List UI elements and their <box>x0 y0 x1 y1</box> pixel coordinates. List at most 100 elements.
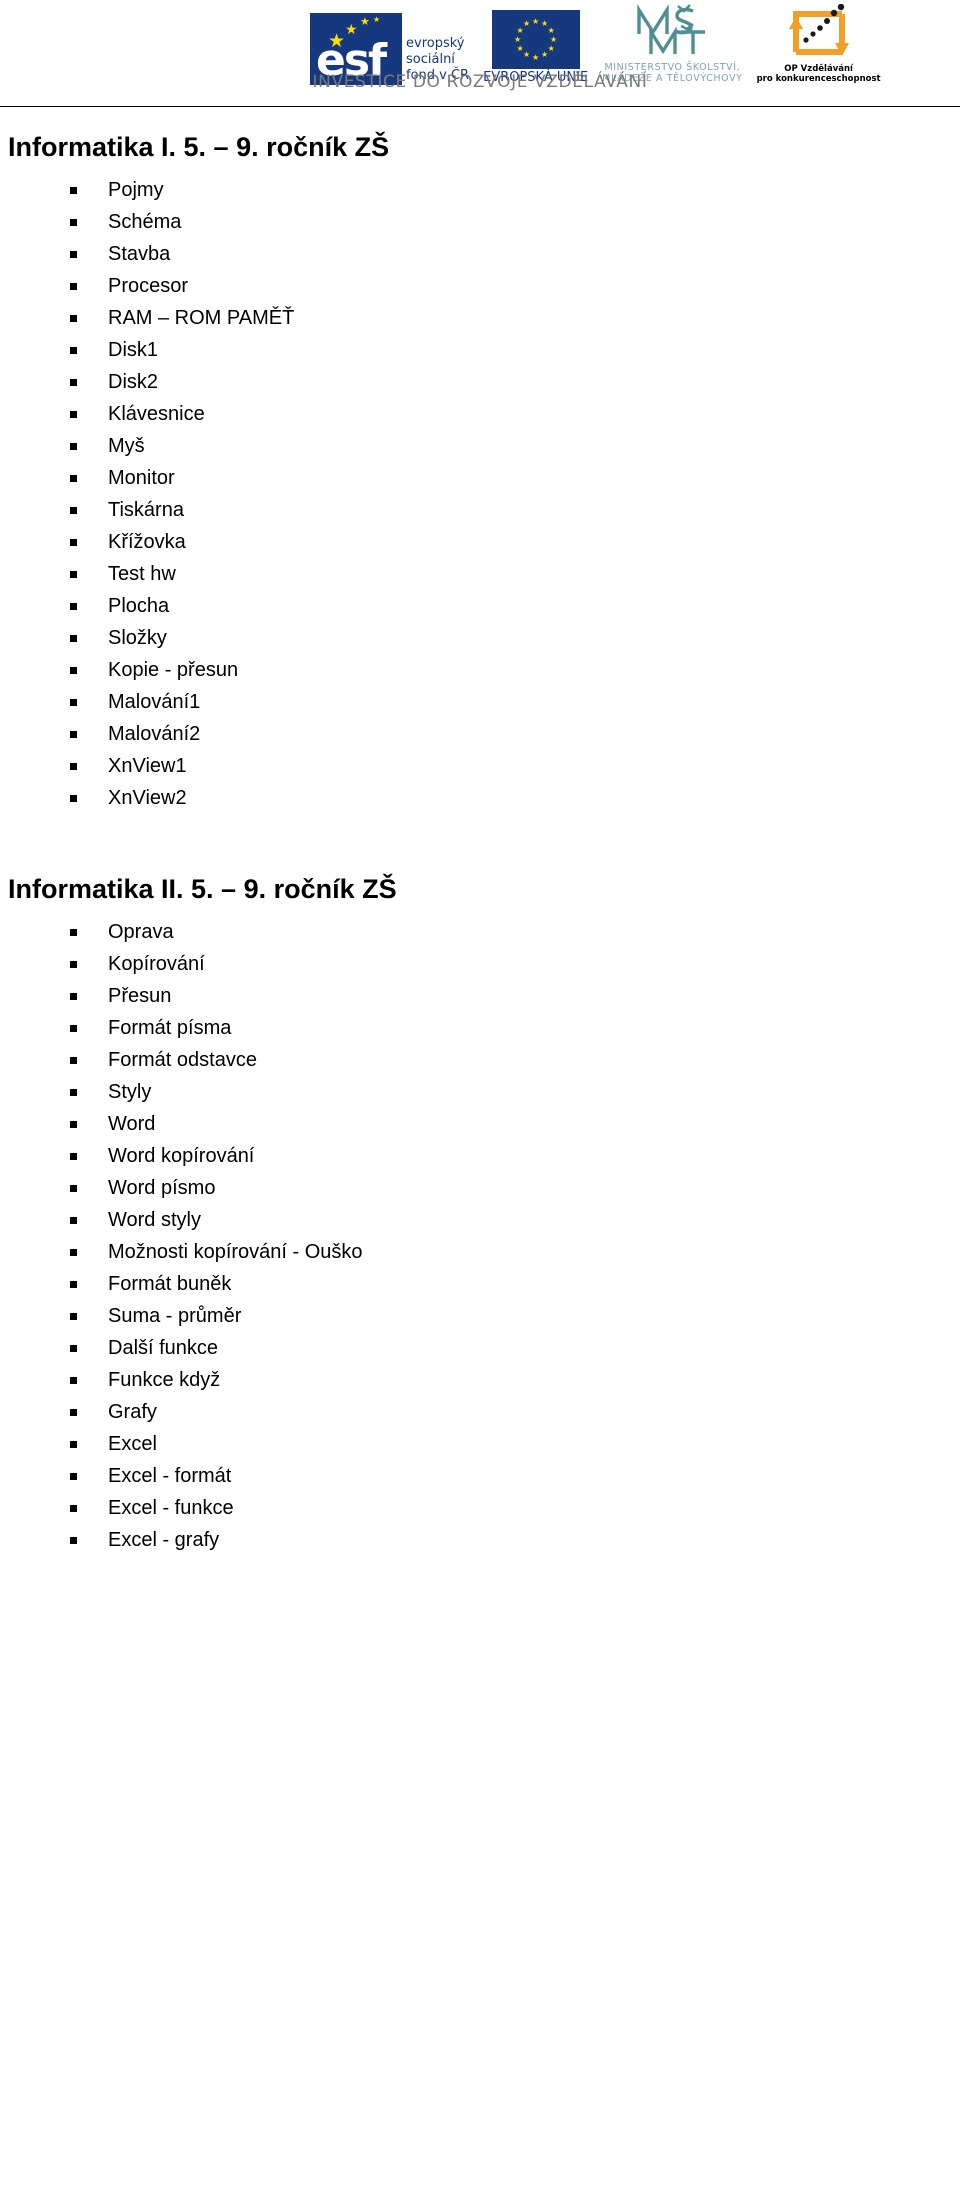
bullet-square-icon <box>70 443 77 450</box>
list-item[interactable]: Možnosti kopírování - Ouško <box>8 1236 946 1268</box>
eu-funding-header: ★ ★ ★ ★ esf evropský sociální fond v ČR … <box>0 0 960 108</box>
list-item-label: Excel - formát <box>108 1465 232 1487</box>
list-item[interactable]: Procesor <box>8 270 946 302</box>
bullet-square-icon <box>70 1249 77 1256</box>
bullet-square-icon <box>70 1185 77 1192</box>
bullet-square-icon <box>70 1057 77 1064</box>
list-item[interactable]: Disk1 <box>8 334 946 366</box>
list-item[interactable]: Excel - formát <box>8 1460 946 1492</box>
list-item-label: Další funkce <box>108 1337 219 1359</box>
star-icon: ★ <box>516 43 524 53</box>
bullet-square-icon <box>70 1217 77 1224</box>
list-item-label: Suma - průměr <box>108 1305 242 1327</box>
list-item[interactable]: Styly <box>8 1076 946 1108</box>
list-item[interactable]: Malování2 <box>8 718 946 750</box>
star-icon: ★ <box>514 34 522 44</box>
star-icon: ★ <box>523 18 531 28</box>
topic-list-informatika-2: Oprava Kopírování Přesun Formát písma Formát… <box>8 910 946 1556</box>
bullet-square-icon <box>70 1313 77 1320</box>
list-item-label: Schéma <box>108 211 182 233</box>
list-item[interactable]: Složky <box>8 622 946 654</box>
list-item[interactable]: Klávesnice <box>8 398 946 430</box>
bullet-square-icon <box>70 763 77 770</box>
list-item[interactable]: Formát písma <box>8 1012 946 1044</box>
bullet-square-icon <box>70 1089 77 1096</box>
list-item[interactable]: Grafy <box>8 1396 946 1428</box>
list-item[interactable]: Přesun <box>8 980 946 1012</box>
list-item[interactable]: Word kopírování <box>8 1140 946 1172</box>
star-icon: ★ <box>550 34 558 44</box>
star-icon: ★ <box>373 15 381 24</box>
list-item[interactable]: RAM – ROM PAMĚŤ <box>8 302 946 334</box>
header-tagline: INVESTICE DO ROZVOJE VZDĚLÁVÁNÍ <box>312 72 648 92</box>
bullet-square-icon <box>70 1409 77 1416</box>
bullet-square-icon <box>70 731 77 738</box>
header-divider <box>0 106 960 107</box>
list-item[interactable]: Tiskárna <box>8 494 946 526</box>
list-item-label: Funkce když <box>108 1369 221 1391</box>
list-item-label: Formát odstavce <box>108 1049 257 1071</box>
list-item[interactable]: Excel <box>8 1428 946 1460</box>
list-item[interactable]: Oprava <box>8 916 946 948</box>
page-title: Informatika I. 5. – 9. ročník ZŠ <box>8 132 390 162</box>
list-item-label: Disk1 <box>108 339 159 361</box>
list-item-label: Myš <box>108 435 145 457</box>
list-item[interactable]: Další funkce <box>8 1332 946 1364</box>
eu-flag-icon: ★ ★ ★ ★ ★ ★ ★ ★ ★ ★ ★ ★ <box>491 10 580 69</box>
list-item[interactable]: Test hw <box>8 558 946 590</box>
list-item[interactable]: Malování1 <box>8 686 946 718</box>
list-item-label: Disk2 <box>108 371 159 393</box>
esf-caption-line-1: evropský <box>406 36 465 51</box>
list-item[interactable]: Pojmy <box>8 174 946 206</box>
list-item-label: Malování1 <box>108 691 201 713</box>
star-icon: ★ <box>541 50 549 60</box>
list-item[interactable]: XnView1 <box>8 750 946 782</box>
list-item[interactable]: Word styly <box>8 1204 946 1236</box>
list-item[interactable]: Suma - průměr <box>8 1300 946 1332</box>
list-item-label: Stavba <box>108 243 171 265</box>
list-item[interactable]: Křížovka <box>8 526 946 558</box>
list-item-label: Oprava <box>108 921 174 943</box>
list-item[interactable]: Schéma <box>8 206 946 238</box>
bullet-square-icon <box>70 379 77 386</box>
bullet-square-icon <box>70 1153 77 1160</box>
bullet-square-icon <box>70 571 77 578</box>
bullet-square-icon <box>70 315 77 322</box>
list-item[interactable]: Formát buněk <box>8 1268 946 1300</box>
list-item-label: Kopie - přesun <box>108 659 239 681</box>
document-content: Informatika I. 5. – 9. ročník ZŠ Pojmy Sc… <box>0 108 960 1556</box>
star-icon: ★ <box>345 21 358 37</box>
list-item[interactable]: Disk2 <box>8 366 946 398</box>
list-item[interactable]: Monitor <box>8 462 946 494</box>
list-item[interactable]: Formát odstavce <box>8 1044 946 1076</box>
list-item[interactable]: Excel - funkce <box>8 1492 946 1524</box>
list-item-label: Grafy <box>108 1401 157 1423</box>
list-item[interactable]: Excel - grafy <box>8 1524 946 1556</box>
list-item-label: Klávesnice <box>108 403 205 425</box>
bullet-square-icon <box>70 1441 77 1448</box>
list-item-label: Možnosti kopírování - Ouško <box>108 1241 363 1263</box>
list-item[interactable]: Plocha <box>8 590 946 622</box>
list-item[interactable]: Word <box>8 1108 946 1140</box>
list-item-label: Složky <box>108 627 167 649</box>
list-item-label: Word kopírování <box>108 1145 255 1167</box>
list-item[interactable]: Word písmo <box>8 1172 946 1204</box>
list-item[interactable]: Kopírování <box>8 948 946 980</box>
bullet-square-icon <box>70 1121 77 1128</box>
msmt-logo-mark <box>633 4 711 60</box>
bullet-square-icon <box>70 1505 77 1512</box>
op-logo-mark <box>782 4 856 62</box>
bullet-square-icon <box>70 283 77 290</box>
list-item[interactable]: XnView2 <box>8 782 946 814</box>
bullet-square-icon <box>70 1281 77 1288</box>
bullet-square-icon <box>70 993 77 1000</box>
list-item[interactable]: Myš <box>8 430 946 462</box>
star-icon: ★ <box>532 16 540 26</box>
bullet-square-icon <box>70 635 77 642</box>
list-item[interactable]: Funkce když <box>8 1364 946 1396</box>
bullet-square-icon <box>70 667 77 674</box>
list-item-label: RAM – ROM PAMĚŤ <box>108 307 295 329</box>
bullet-square-icon <box>70 507 77 514</box>
list-item[interactable]: Stavba <box>8 238 946 270</box>
list-item[interactable]: Kopie - přesun <box>8 654 946 686</box>
